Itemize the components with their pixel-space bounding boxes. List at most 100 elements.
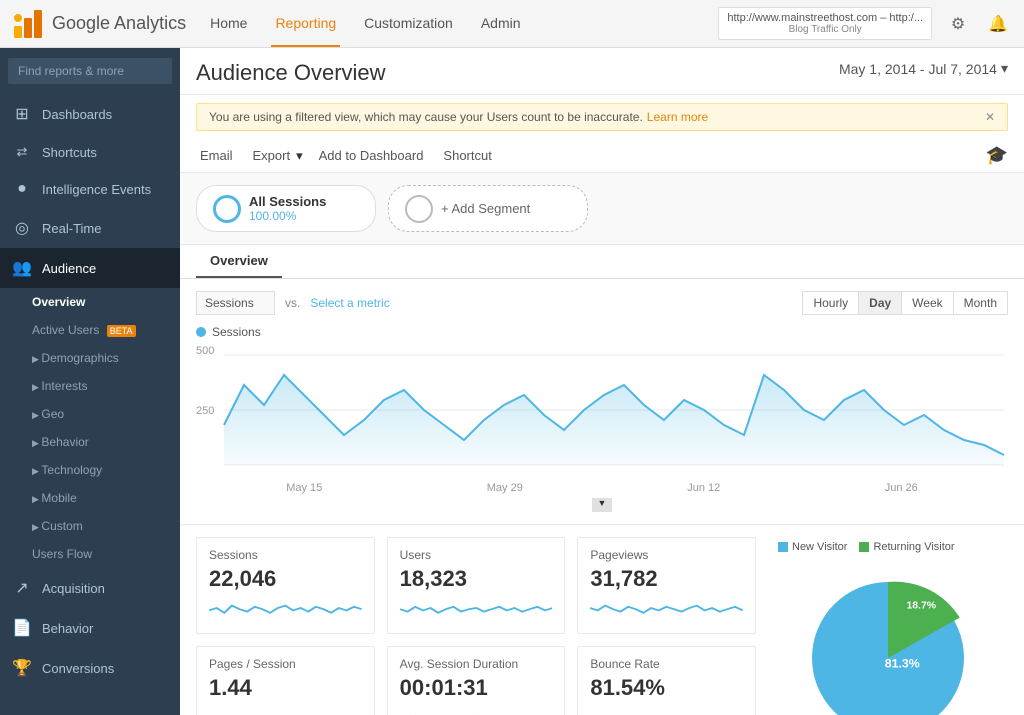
pageviews-sparkline (590, 596, 743, 620)
svg-text:18.7%: 18.7% (906, 601, 936, 612)
sidebar: ⊞ Dashboards ⇄ Shortcuts ● Intelligence … (0, 48, 180, 715)
sidebar-item-behavior[interactable]: 📄 Behavior (0, 608, 180, 648)
realtime-icon: ◎ (12, 218, 32, 238)
alert-learn-more[interactable]: Learn more (647, 110, 708, 124)
conversions-icon: 🏆 (12, 658, 32, 678)
beta-badge: BETA (107, 325, 136, 337)
sidebar-sub-geo[interactable]: Geo (0, 400, 180, 428)
alert-close-button[interactable]: ✕ (985, 110, 995, 124)
audience-icon: 👥 (12, 258, 32, 278)
metric-pageviews: Pageviews 31,782 (577, 537, 756, 634)
chart-legend: Sessions (196, 325, 1008, 339)
tab-overview[interactable]: Overview (196, 245, 282, 278)
nav-home[interactable]: Home (206, 1, 251, 47)
sidebar-item-audience[interactable]: 👥 Audience (0, 248, 180, 288)
sidebar-sub-demographics[interactable]: Demographics (0, 344, 180, 372)
behavior-icon: 📄 (12, 618, 32, 638)
pie-chart-section: New Visitor Returning Visitor 81.3% (768, 537, 1008, 715)
sidebar-sub-overview[interactable]: Overview (0, 288, 180, 316)
x-label-jun26: Jun 26 (885, 482, 918, 494)
add-segment-circle-icon (405, 195, 433, 223)
time-btn-week[interactable]: Week (901, 291, 952, 315)
ga-logo-icon (12, 8, 44, 40)
segment-pct: 100.00% (249, 209, 326, 223)
sidebar-item-dashboards[interactable]: ⊞ Dashboards (0, 94, 180, 134)
new-visitor-legend: New Visitor (778, 541, 847, 553)
time-btn-hourly[interactable]: Hourly (802, 291, 858, 315)
bell-button[interactable]: 🔔 (984, 10, 1012, 38)
time-btn-month[interactable]: Month (953, 291, 1008, 315)
add-to-dashboard-button[interactable]: Add to Dashboard (315, 146, 428, 165)
sidebar-sub-behavior[interactable]: Behavior (0, 428, 180, 456)
sidebar-item-label: Acquisition (42, 581, 105, 596)
shortcut-button[interactable]: Shortcut (439, 146, 495, 165)
metric-dropdown[interactable]: Sessions (196, 291, 275, 315)
time-btn-day[interactable]: Day (858, 291, 901, 315)
export-button[interactable]: Export (249, 146, 295, 165)
chart-scroll-button[interactable]: ▼ (592, 498, 612, 512)
sidebar-sub-technology[interactable]: Technology (0, 456, 180, 484)
sidebar-item-conversions[interactable]: 🏆 Conversions (0, 648, 180, 688)
sessions-sparkline (209, 596, 362, 620)
sidebar-sub-active-users[interactable]: Active Users BETA (0, 316, 180, 344)
gear-button[interactable]: ⚙ (944, 10, 972, 38)
dashboards-icon: ⊞ (12, 104, 32, 124)
legend-label: Sessions (212, 325, 261, 339)
nav-reporting[interactable]: Reporting (271, 1, 340, 47)
sidebar-sub-mobile[interactable]: Mobile (0, 484, 180, 512)
all-sessions-segment[interactable]: All Sessions 100.00% (196, 185, 376, 232)
avg-session-value: 00:01:31 (400, 675, 553, 701)
sidebar-item-intelligence[interactable]: ● Intelligence Events (0, 170, 180, 208)
chart-scroll-area: ▼ (196, 498, 1008, 512)
date-range-text: May 1, 2014 - Jul 7, 2014 (839, 61, 997, 77)
logo-area: Google Analytics (12, 8, 186, 40)
sidebar-item-shortcuts[interactable]: ⇄ Shortcuts (0, 134, 180, 170)
sidebar-sub-interests[interactable]: Interests (0, 372, 180, 400)
metric-sessions: Sessions 22,046 (196, 537, 375, 634)
select-metric-link[interactable]: Select a metric (310, 296, 389, 310)
segment-info: All Sessions 100.00% (249, 194, 326, 223)
sessions-chart (220, 345, 1008, 475)
metrics-row-1: Sessions 22,046 Users 18,323 (196, 537, 756, 634)
sidebar-sub-custom[interactable]: Custom (0, 512, 180, 540)
metric-users: Users 18,323 (387, 537, 566, 634)
url-subtext: Blog Traffic Only (727, 24, 923, 35)
pages-session-label: Pages / Session (209, 657, 362, 671)
date-range-picker[interactable]: May 1, 2014 - Jul 7, 2014 ▾ (839, 60, 1008, 77)
sidebar-item-label: Real-Time (42, 221, 101, 236)
metrics-row-2: Pages / Session 1.44 Avg. Session Durati… (196, 646, 756, 715)
url-box[interactable]: http://www.mainstreethost.com – http:/..… (718, 7, 932, 40)
new-visitor-label: New Visitor (792, 541, 847, 553)
x-label-jun12: Jun 12 (687, 482, 720, 494)
sessions-label: Sessions (209, 548, 362, 562)
segment-circle-icon (213, 195, 241, 223)
users-label: Users (400, 548, 553, 562)
acquisition-icon: ↗ (12, 578, 32, 598)
sidebar-sub-users-flow[interactable]: Users Flow (0, 540, 180, 568)
segment-label: All Sessions (249, 194, 326, 209)
metrics-left: Sessions 22,046 Users 18,323 (196, 537, 756, 715)
email-button[interactable]: Email (196, 146, 237, 165)
vs-label: vs. (285, 296, 300, 310)
overview-tab-bar: Overview (180, 245, 1024, 279)
graduation-cap-icon: 🎓 (986, 145, 1008, 166)
search-input[interactable] (8, 58, 172, 84)
legend-dot-sessions (196, 327, 206, 337)
nav-customization[interactable]: Customization (360, 1, 457, 47)
pageviews-label: Pageviews (590, 548, 743, 562)
nav-right: http://www.mainstreethost.com – http:/..… (718, 7, 1012, 40)
metric-avg-session: Avg. Session Duration 00:01:31 (387, 646, 566, 715)
sidebar-item-label: Conversions (42, 661, 114, 676)
sessions-value: 22,046 (209, 566, 362, 592)
bounce-rate-value: 81.54% (590, 675, 743, 701)
avg-session-sparkline (400, 705, 553, 715)
sidebar-item-acquisition[interactable]: ↗ Acquisition (0, 568, 180, 608)
time-period-buttons: Hourly Day Week Month (802, 291, 1008, 315)
alert-bar: You are using a filtered view, which may… (196, 103, 1008, 131)
export-dropdown[interactable]: Export ▾ (249, 146, 303, 165)
avg-session-label: Avg. Session Duration (400, 657, 553, 671)
audience-submenu: Overview Active Users BETA Demographics … (0, 288, 180, 568)
nav-admin[interactable]: Admin (477, 1, 525, 47)
add-segment-button[interactable]: + Add Segment (388, 185, 588, 232)
sidebar-item-realtime[interactable]: ◎ Real-Time (0, 208, 180, 248)
